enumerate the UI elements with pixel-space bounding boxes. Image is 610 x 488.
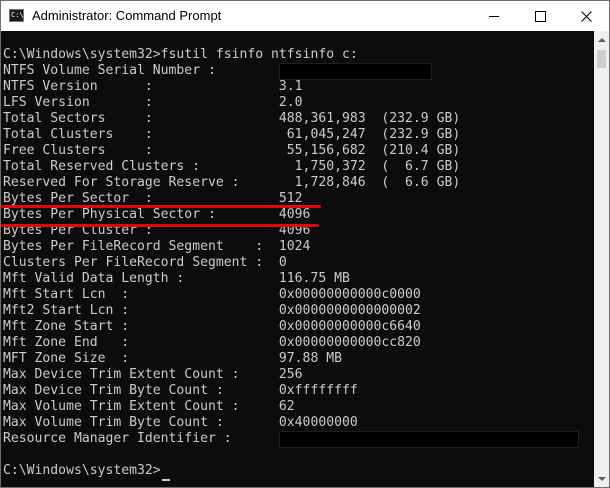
scroll-down-arrow-icon <box>597 476 606 481</box>
maximize-icon <box>534 10 546 22</box>
output-line: Free Clusters : 55,156,682 (210.4 GB) <box>3 143 461 158</box>
console-output[interactable]: C:\Windows\system32>fsutil fsinfo ntfsin… <box>1 31 594 487</box>
output-line: Total Clusters : 61,045,247 (232.9 GB) <box>3 127 461 142</box>
output-line: Reserved For Storage Reserve : 1,728,846… <box>3 175 461 190</box>
output-line: Max Volume Trim Byte Count : 0x40000000 <box>3 415 358 430</box>
output-line: Resource Manager Identifier : <box>3 431 232 446</box>
output-line: MFT Zone Size : 97.88 MB <box>3 351 342 366</box>
cmd-icon: C:\ <box>9 9 24 22</box>
prompt-line: C:\Windows\system32> <box>3 463 161 478</box>
vertical-scrollbar[interactable] <box>594 31 609 487</box>
output-line: NTFS Version : 3.1 <box>3 79 303 94</box>
scroll-up-arrow-icon <box>597 37 606 42</box>
output-line: Clusters Per FileRecord Segment : 0 <box>3 255 287 270</box>
red-underline-annotation <box>1 224 319 227</box>
output-line: Total Sectors : 488,361,983 (232.9 GB) <box>3 111 461 126</box>
output-line: Mft Start Lcn : 0x00000000000c0000 <box>3 287 421 302</box>
redacted-serial-number <box>279 63 432 80</box>
output-line: Max Volume Trim Extent Count : 62 <box>3 399 295 414</box>
close-button[interactable] <box>563 1 609 31</box>
output-line: Mft2 Start Lcn : 0x0000000000000002 <box>3 303 421 318</box>
redacted-resource-manager-id <box>279 431 579 448</box>
output-line: LFS Version : 2.0 <box>3 95 303 110</box>
output-line: Mft Zone End : 0x00000000000cc820 <box>3 335 421 350</box>
output-line: Bytes Per Physical Sector : 4096 <box>3 207 311 222</box>
output-line: NTFS Volume Serial Number : <box>3 63 216 78</box>
output-line: Bytes Per FileRecord Segment : 1024 <box>3 239 311 254</box>
scroll-down-button[interactable] <box>594 470 609 487</box>
command-line: C:\Windows\system32>fsutil fsinfo ntfsin… <box>3 47 358 62</box>
text-cursor <box>162 479 170 481</box>
window-title: Administrator: Command Prompt <box>32 8 222 23</box>
command-prompt-window: C:\ Administrator: Command Prompt C:\Win… <box>0 0 610 488</box>
red-underline-annotation <box>1 205 321 208</box>
output-line: Mft Zone Start : 0x00000000000c6640 <box>3 319 421 334</box>
scroll-up-button[interactable] <box>594 31 609 48</box>
output-line: Total Reserved Clusters : 1,750,372 ( 6.… <box>3 159 461 174</box>
close-icon <box>580 10 592 22</box>
maximize-button[interactable] <box>517 1 563 31</box>
output-line: Mft Valid Data Length : 116.75 MB <box>3 271 350 286</box>
minimize-icon <box>489 15 499 17</box>
minimize-button[interactable] <box>471 1 517 31</box>
output-line: Max Device Trim Extent Count : 256 <box>3 367 303 382</box>
scroll-thumb[interactable] <box>597 50 606 68</box>
output-line: Max Device Trim Byte Count : 0xffffffff <box>3 383 358 398</box>
title-bar[interactable]: C:\ Administrator: Command Prompt <box>1 1 609 31</box>
